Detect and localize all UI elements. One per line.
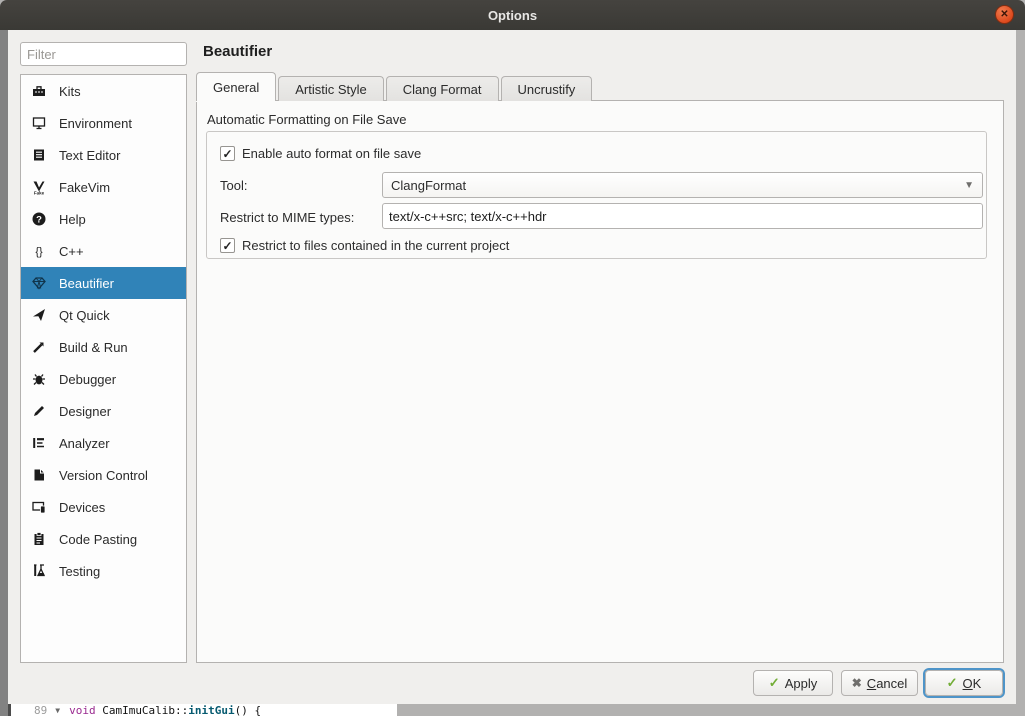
mime-types-input[interactable]: [382, 203, 983, 229]
titlebar: Options ✕: [0, 0, 1025, 30]
code-token: CamImuCalib::: [96, 704, 189, 716]
sidebar-item-label: Devices: [59, 500, 105, 515]
check-icon: ✓: [769, 675, 780, 691]
sidebar-item-version-control[interactable]: Version Control: [21, 459, 186, 491]
chevron-down-icon: ▼: [964, 180, 974, 191]
restrict-project-label: Restrict to files contained in the curre…: [242, 238, 509, 253]
sidebar-item-code-pasting[interactable]: Code Pasting: [21, 523, 186, 555]
apply-button-label: Apply: [785, 676, 818, 691]
sidebar-item-label: Beautifier: [59, 276, 114, 291]
sidebar-item-label: Analyzer: [59, 436, 110, 451]
close-icon[interactable]: ✕: [995, 5, 1014, 24]
version-control-icon: [31, 467, 47, 483]
sidebar-item-label: Environment: [59, 116, 132, 131]
sidebar-item-label: Build & Run: [59, 340, 128, 355]
group-title: Automatic Formatting on File Save: [207, 112, 406, 127]
sidebar-item-label: C++: [59, 244, 84, 259]
tab-uncrustify[interactable]: Uncrustify: [501, 76, 593, 101]
diamond-icon: [31, 275, 47, 291]
svg-text:?: ?: [36, 214, 42, 225]
tabbar: GeneralArtistic StyleClang FormatUncrust…: [196, 72, 594, 101]
sidebar-item-qt-quick[interactable]: Qt Quick: [21, 299, 186, 331]
sidebar-item-help[interactable]: ? Help: [21, 203, 186, 235]
flask-icon: [31, 563, 47, 579]
filter-input[interactable]: [20, 42, 187, 66]
svg-text:{}: {}: [35, 246, 43, 258]
sidebar-item-testing[interactable]: Testing: [21, 555, 186, 587]
sidebar-item-label: Kits: [59, 84, 81, 99]
mime-types-label: Restrict to MIME types:: [220, 210, 354, 225]
analyzer-icon: [31, 435, 47, 451]
sidebar-item-build-run[interactable]: Build & Run: [21, 331, 186, 363]
check-icon: ✓: [947, 675, 958, 691]
pencil-icon: [31, 403, 47, 419]
sidebar-item-label: Testing: [59, 564, 100, 579]
general-tab-panel: Automatic Formatting on File Save Enable…: [196, 100, 1004, 663]
text-editor-icon: [31, 147, 47, 163]
fakevim-icon: Fake: [31, 179, 47, 195]
options-dialog: Kits Environment Text Editor Fake FakeVi…: [8, 30, 1016, 704]
sidebar-item-kits[interactable]: Kits: [21, 75, 186, 107]
sidebar-item-beautifier[interactable]: Beautifier: [21, 267, 186, 299]
sidebar-item-label: Qt Quick: [59, 308, 110, 323]
sidebar-item-fakevim[interactable]: Fake FakeVim: [21, 171, 186, 203]
enable-auto-format-row: Enable auto format on file save: [220, 146, 421, 161]
help-icon: ?: [31, 211, 47, 227]
build-run-icon: [31, 339, 47, 355]
background-code-editor: 89 ▼ void CamImuCalib::initGui() {: [8, 704, 397, 716]
sidebar-item-text-editor[interactable]: Text Editor: [21, 139, 186, 171]
apply-button[interactable]: ✓ Apply: [753, 670, 833, 696]
sidebar-item-environment[interactable]: Environment: [21, 107, 186, 139]
sidebar-item-label: FakeVim: [59, 180, 110, 195]
sidebar-item-devices[interactable]: Devices: [21, 491, 186, 523]
monitor-icon: [31, 115, 47, 131]
sidebar-item-label: Code Pasting: [59, 532, 137, 547]
ok-button-label: OK: [963, 676, 982, 691]
sidebar-item-label: Debugger: [59, 372, 116, 387]
page-title: Beautifier: [203, 43, 272, 60]
restrict-project-row: Restrict to files contained in the curre…: [220, 238, 509, 253]
tab-clang-format[interactable]: Clang Format: [386, 76, 499, 101]
background-app-sliver: [0, 30, 8, 716]
paper-plane-icon: [31, 307, 47, 323]
tab-general[interactable]: General: [196, 72, 276, 101]
sidebar-item-label: Help: [59, 212, 86, 227]
enable-auto-format-checkbox[interactable]: [220, 146, 235, 161]
tool-combobox[interactable]: ClangFormat ▼: [382, 172, 983, 198]
fold-arrow-icon: ▼: [47, 704, 69, 716]
sidebar-item-debugger[interactable]: Debugger: [21, 363, 186, 395]
cpp-braces-icon: {}: [31, 243, 47, 259]
sidebar-item-label: Text Editor: [59, 148, 120, 163]
code-token: initGui: [188, 704, 234, 716]
svg-text:Fake: Fake: [34, 191, 45, 196]
code-token: () {: [235, 704, 262, 716]
toolbox-icon: [31, 83, 47, 99]
line-number: 89: [11, 704, 47, 716]
sidebar-item-label: Version Control: [59, 468, 148, 483]
cancel-button-label: Cancel: [867, 676, 907, 691]
enable-auto-format-label: Enable auto format on file save: [242, 146, 421, 161]
ok-button[interactable]: ✓ OK: [925, 670, 1003, 696]
x-icon: ✖: [852, 676, 862, 690]
cancel-button[interactable]: ✖ Cancel: [841, 670, 918, 696]
window-title: Options: [488, 8, 537, 23]
bug-icon: [31, 371, 47, 387]
sidebar-item-designer[interactable]: Designer: [21, 395, 186, 427]
category-list: Kits Environment Text Editor Fake FakeVi…: [20, 74, 187, 663]
restrict-project-checkbox[interactable]: [220, 238, 235, 253]
auto-format-group: Enable auto format on file save Tool: Cl…: [206, 131, 987, 259]
devices-icon: [31, 499, 47, 515]
sidebar-item-analyzer[interactable]: Analyzer: [21, 427, 186, 459]
code-token: void: [69, 704, 96, 716]
sidebar-item-c[interactable]: {} C++: [21, 235, 186, 267]
code-line: void CamImuCalib::initGui() {: [69, 704, 261, 716]
tab-artistic-style[interactable]: Artistic Style: [278, 76, 384, 101]
tool-label: Tool:: [220, 178, 247, 193]
sidebar-item-label: Designer: [59, 404, 111, 419]
clipboard-icon: [31, 531, 47, 547]
tool-combobox-value: ClangFormat: [391, 178, 466, 193]
